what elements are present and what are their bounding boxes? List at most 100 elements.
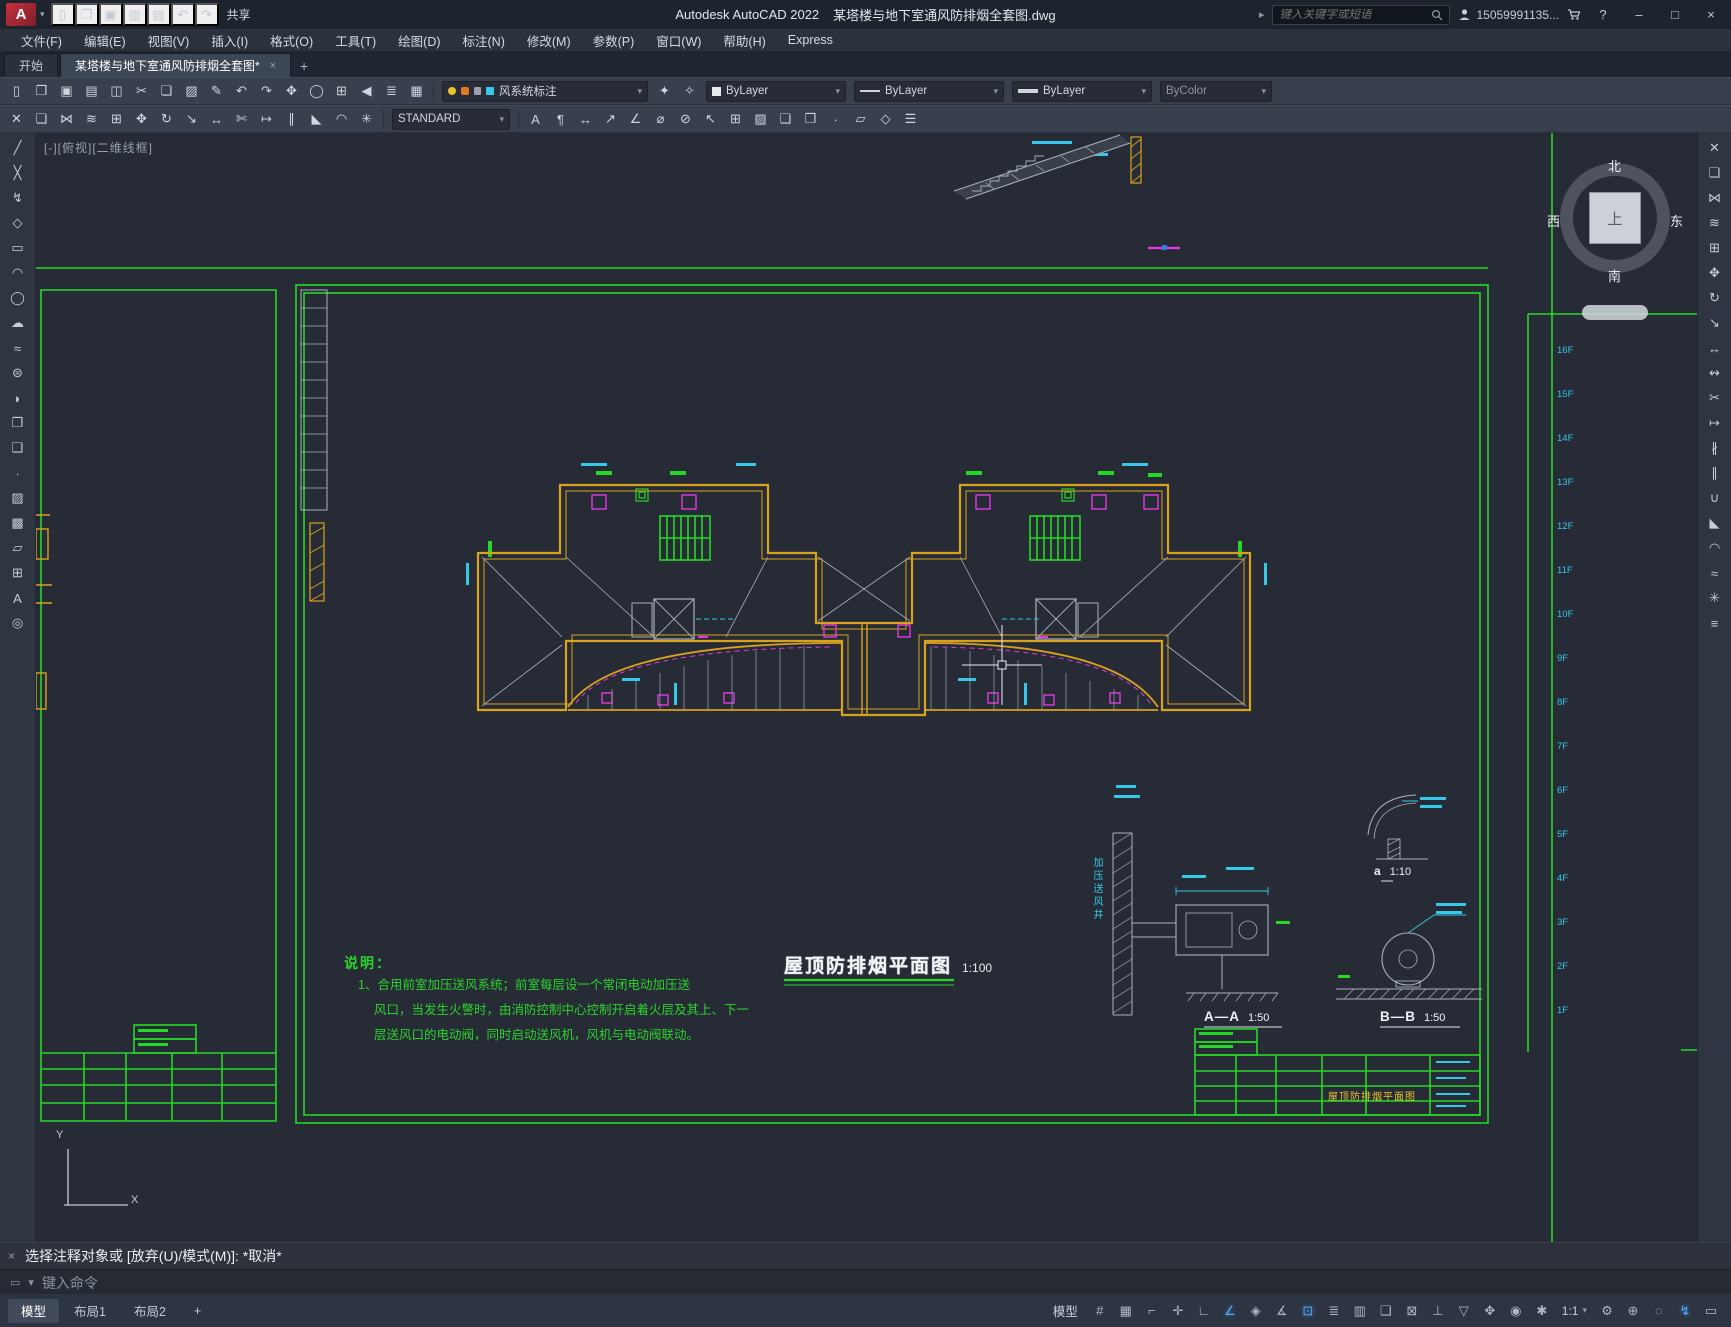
new-file-icon[interactable]: ▯ (50, 3, 75, 26)
isolate-objects-icon[interactable]: ◌ (1647, 1299, 1671, 1323)
plotstyle-combo[interactable]: ByColor (1160, 80, 1272, 102)
dynamic-ucs-icon[interactable]: ⊥ (1426, 1299, 1450, 1323)
infer-constraints-icon[interactable]: ⌐ (1140, 1299, 1164, 1323)
move-icon[interactable]: ✥ (1701, 261, 1729, 285)
scale-icon[interactable]: ↘ (1701, 311, 1729, 335)
offset-icon[interactable]: ≋ (1701, 211, 1729, 235)
model-space-toggle[interactable]: 模型 (1053, 1301, 1078, 1320)
cut-icon[interactable]: ✂ (129, 79, 154, 103)
arc-icon[interactable]: ◠ (4, 261, 32, 285)
logo-caret-icon[interactable]: ▾ (40, 9, 45, 20)
rotate-icon[interactable]: ↻ (1701, 286, 1729, 310)
command-window-icon[interactable]: ▭ (10, 1276, 20, 1289)
break-at-point-icon[interactable]: ∦ (1701, 436, 1729, 460)
rectangle-icon[interactable]: ▭ (4, 236, 32, 260)
layout-tab[interactable]: 布局1 (61, 1299, 119, 1323)
copy-icon[interactable]: ❏ (29, 107, 54, 131)
layout-tab[interactable]: 模型 (8, 1298, 60, 1323)
mtext-icon[interactable]: ¶ (548, 107, 573, 131)
layer-previous-icon[interactable]: ✧ (677, 79, 702, 103)
erase-icon[interactable]: ✕ (1701, 136, 1729, 160)
layer-combo[interactable]: 风系统标注 (442, 80, 648, 102)
fillet-icon[interactable]: ◠ (329, 107, 354, 131)
plot-icon[interactable]: ▤ (146, 3, 171, 26)
snap-mode-icon[interactable]: ▦ (1114, 1299, 1138, 1323)
pan-icon[interactable]: ✥ (279, 79, 304, 103)
circle-icon[interactable]: ◯ (4, 286, 32, 310)
chamfer-icon[interactable]: ◣ (1701, 511, 1729, 535)
search-input[interactable] (1279, 8, 1426, 21)
menu-item[interactable]: 帮助(H) (712, 29, 776, 51)
search-icon[interactable] (1431, 9, 1443, 21)
make-block-icon[interactable]: ❑ (773, 107, 798, 131)
blend-icon[interactable]: ≈ (1701, 561, 1729, 585)
offset-icon[interactable]: ≋ (79, 107, 104, 131)
menu-item[interactable]: 标注(N) (452, 29, 516, 51)
plot-preview-icon[interactable]: ◫ (104, 79, 129, 103)
command-close-icon[interactable]: × (8, 1249, 15, 1263)
layer-properties-icon[interactable]: ≣ (379, 79, 404, 103)
linetype-combo[interactable]: ByLayer (854, 80, 1004, 102)
transparency-icon[interactable]: ▥ (1348, 1299, 1372, 1323)
menu-item[interactable]: 工具(T) (324, 29, 387, 51)
insert-block-icon[interactable]: ❒ (798, 107, 823, 131)
break-icon[interactable]: ∥ (1701, 461, 1729, 485)
undo-icon[interactable]: ↶ (229, 79, 254, 103)
leader-icon[interactable]: ↖ (698, 107, 723, 131)
annotation-monitor-icon[interactable]: ⊕ (1621, 1299, 1645, 1323)
mirror-icon[interactable]: ⋈ (1701, 186, 1729, 210)
menu-item[interactable]: 修改(M) (516, 29, 582, 51)
color-combo[interactable]: ByLayer (706, 80, 846, 102)
save-icon[interactable]: ▣ (54, 79, 79, 103)
menu-item[interactable]: 文件(F) (10, 29, 73, 51)
spline-icon[interactable]: ≈ (4, 336, 32, 360)
ellipse-icon[interactable]: ⊜ (4, 361, 32, 385)
move-icon[interactable]: ✥ (129, 107, 154, 131)
region-icon[interactable]: ▱ (848, 107, 873, 131)
ortho-mode-icon[interactable]: ∟ (1192, 1299, 1216, 1323)
zoom-realtime-icon[interactable]: ◯ (304, 79, 329, 103)
redo-icon[interactable]: ↷ (254, 79, 279, 103)
table-icon[interactable]: ⊞ (723, 107, 748, 131)
selection-filtering-icon[interactable]: ▽ (1452, 1299, 1476, 1323)
store-cart-icon[interactable] (1567, 8, 1581, 21)
gradient-icon[interactable]: ▩ (4, 511, 32, 535)
polyline-icon[interactable]: ↯ (4, 186, 32, 210)
redo-icon[interactable]: ↷ (194, 3, 219, 26)
extend-icon[interactable]: ↦ (254, 107, 279, 131)
chamfer-icon[interactable]: ◣ (304, 107, 329, 131)
annotation-visibility-icon[interactable]: ◉ (1504, 1299, 1528, 1323)
construction-line-icon[interactable]: ╳ (4, 161, 32, 185)
lengthen-icon[interactable]: ↭ (1701, 361, 1729, 385)
zoom-previous-icon[interactable]: ◀ (354, 79, 379, 103)
hatch-icon[interactable]: ▨ (748, 107, 773, 131)
tab-start[interactable]: 开始 (4, 53, 59, 77)
make-layer-current-icon[interactable]: ✦ (652, 79, 677, 103)
break-icon[interactable]: ∥ (279, 107, 304, 131)
explode-icon[interactable]: ✳ (1701, 586, 1729, 610)
mirror-icon[interactable]: ⋈ (54, 107, 79, 131)
table-icon[interactable]: ⊞ (4, 561, 32, 585)
region-icon[interactable]: ▱ (4, 536, 32, 560)
dim-aligned-icon[interactable]: ↗ (598, 107, 623, 131)
scale-icon[interactable]: ↘ (179, 107, 204, 131)
text-style-combo[interactable]: STANDARD (392, 108, 510, 130)
extend-icon[interactable]: ↦ (1701, 411, 1729, 435)
save-as-icon[interactable]: ▥ (122, 3, 147, 26)
array-icon[interactable]: ⊞ (1701, 236, 1729, 260)
match-properties-icon[interactable]: ✎ (204, 79, 229, 103)
layout-tab[interactable]: 布局2 (121, 1299, 179, 1323)
paste-icon[interactable]: ▨ (179, 79, 204, 103)
search-field[interactable] (1272, 4, 1451, 25)
undo-icon[interactable]: ↶ (170, 3, 195, 26)
3d-object-snap-icon[interactable]: ⊠ (1400, 1299, 1424, 1323)
lineweight-combo[interactable]: ByLayer (1012, 80, 1152, 102)
boundary-icon[interactable]: ◇ (873, 107, 898, 131)
revision-cloud-icon[interactable]: ☁ (4, 311, 32, 335)
dynamic-input-icon[interactable]: ✛ (1166, 1299, 1190, 1323)
dim-linear-icon[interactable]: ↔ (573, 107, 598, 131)
open-folder-icon[interactable]: ❐ (74, 3, 99, 26)
menu-item[interactable]: 格式(O) (259, 29, 324, 51)
polygon-icon[interactable]: ◇ (4, 211, 32, 235)
command-input-row[interactable]: ▭ ▾ 键入命令 (0, 1269, 1731, 1295)
